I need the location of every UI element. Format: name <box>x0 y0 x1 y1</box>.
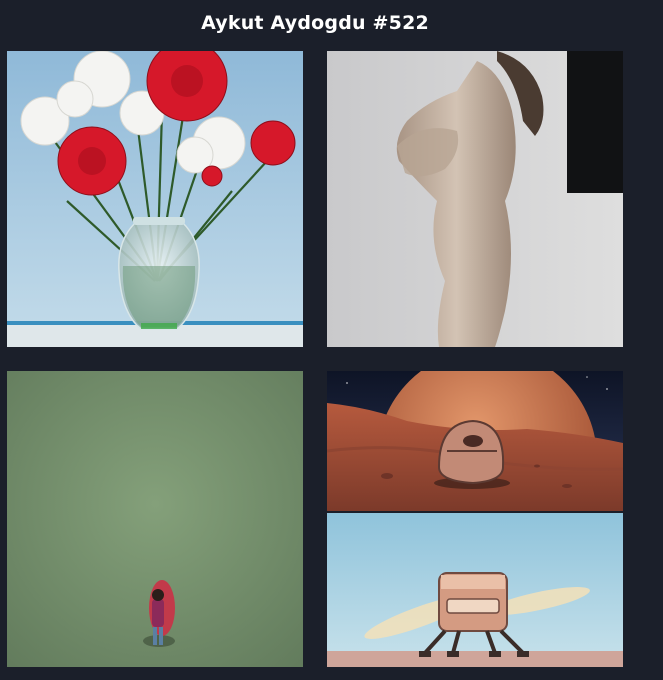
drone-lander-image[interactable] <box>327 513 623 667</box>
mars-pod-image[interactable] <box>327 371 623 511</box>
page-title: Aykut Aydogdu #522 <box>201 12 429 34</box>
flowers-vase-image[interactable] <box>7 51 303 347</box>
person-on-grass-image[interactable] <box>7 371 303 667</box>
figure-studio-image[interactable] <box>327 51 623 347</box>
